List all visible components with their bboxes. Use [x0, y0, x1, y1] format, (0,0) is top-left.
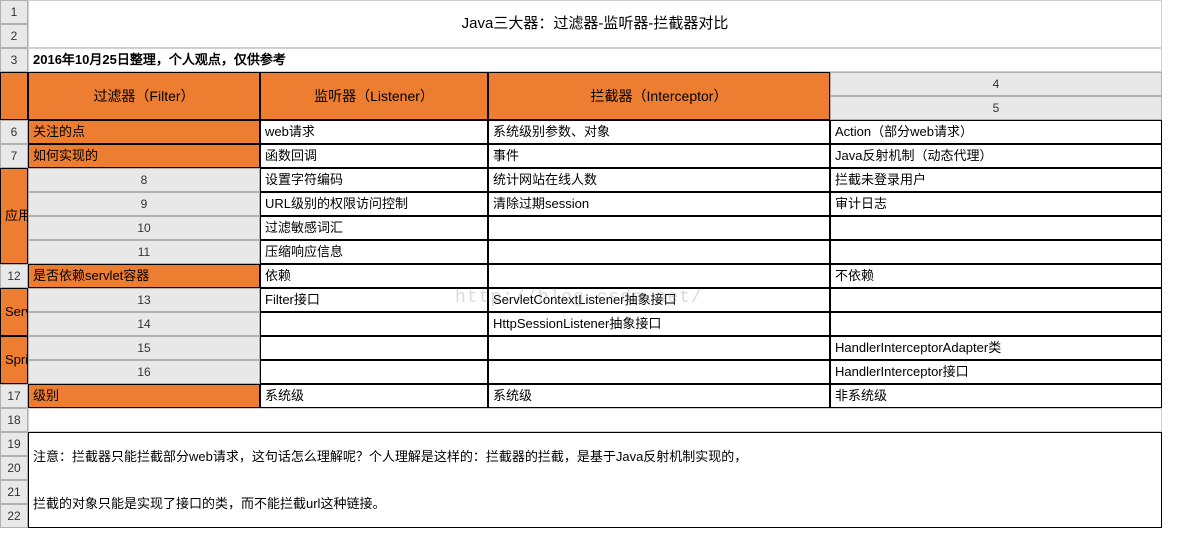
depend-filter[interactable]: 依赖 [260, 264, 488, 288]
scene-listener-2[interactable]: 清除过期session [488, 192, 830, 216]
how-interceptor[interactable]: Java反射机制（动态代理） [830, 144, 1162, 168]
row-header[interactable]: 12 [0, 264, 28, 288]
spring-interceptor-2[interactable]: HandlerInterceptor接口 [830, 360, 1162, 384]
spring-filter-1[interactable] [260, 336, 488, 360]
spring-listener-1[interactable] [488, 336, 830, 360]
focus-listener[interactable]: 系统级别参数、对象 [488, 120, 830, 144]
row-header[interactable]: 14 [28, 312, 260, 336]
scene-interceptor-3[interactable] [830, 216, 1162, 240]
scene-interceptor-4[interactable] [830, 240, 1162, 264]
row-header[interactable]: 5 [830, 96, 1162, 120]
row-header[interactable]: 7 [0, 144, 28, 168]
level-interceptor[interactable]: 非系统级 [830, 384, 1162, 408]
servlet-interceptor-2[interactable] [830, 312, 1162, 336]
row-header[interactable]: 13 [28, 288, 260, 312]
label-spring[interactable]: Spring提供的支持 [0, 336, 28, 384]
note-line-1[interactable]: 注意：拦截器只能拦截部分web请求，这句话怎么理解呢？个人理解是这样的：拦截器的… [28, 432, 1162, 480]
row-header[interactable]: 4 [830, 72, 1162, 96]
row-header[interactable]: 11 [28, 240, 260, 264]
scene-interceptor-2[interactable]: 审计日志 [830, 192, 1162, 216]
row-header[interactable]: 22 [0, 504, 28, 528]
label-focus[interactable]: 关注的点 [28, 120, 260, 144]
row-header[interactable]: 8 [28, 168, 260, 192]
label-level[interactable]: 级别 [28, 384, 260, 408]
header-blank[interactable] [0, 72, 28, 120]
row-header[interactable]: 1 [0, 0, 28, 24]
servlet-filter-1[interactable]: Filter接口 [260, 288, 488, 312]
depend-interceptor[interactable]: 不依赖 [830, 264, 1162, 288]
row-header[interactable]: 16 [28, 360, 260, 384]
depend-listener[interactable] [488, 264, 830, 288]
row-header[interactable]: 21 [0, 480, 28, 504]
row-header[interactable]: 19 [0, 432, 28, 456]
how-listener[interactable]: 事件 [488, 144, 830, 168]
spring-interceptor-1[interactable]: HandlerInterceptorAdapter类 [830, 336, 1162, 360]
level-filter[interactable]: 系统级 [260, 384, 488, 408]
scene-filter-3[interactable]: 过滤敏感词汇 [260, 216, 488, 240]
scene-listener-4[interactable] [488, 240, 830, 264]
meta-line[interactable]: 2016年10月25日整理，个人观点，仅供参考 [28, 48, 1162, 72]
spreadsheet[interactable]: 1 Java三大器：过滤器-监听器-拦截器对比 2 3 2016年10月25日整… [0, 0, 1201, 528]
row-header[interactable]: 6 [0, 120, 28, 144]
header-interceptor[interactable]: 拦截器（Interceptor） [488, 72, 830, 120]
level-listener[interactable]: 系统级 [488, 384, 830, 408]
focus-interceptor[interactable]: Action（部分web请求） [830, 120, 1162, 144]
row-header[interactable]: 20 [0, 456, 28, 480]
page-title[interactable]: Java三大器：过滤器-监听器-拦截器对比 [28, 0, 1162, 48]
scene-filter-1[interactable]: 设置字符编码 [260, 168, 488, 192]
label-servlet[interactable]: Servlet提供的支持 [0, 288, 28, 336]
row-header[interactable]: 2 [0, 24, 28, 48]
scene-filter-4[interactable]: 压缩响应信息 [260, 240, 488, 264]
servlet-interceptor-1[interactable] [830, 288, 1162, 312]
scene-listener-3[interactable] [488, 216, 830, 240]
servlet-listener-2[interactable]: HttpSessionListener抽象接口 [488, 312, 830, 336]
row-header[interactable]: 17 [0, 384, 28, 408]
blank-row[interactable] [28, 408, 1162, 432]
how-filter[interactable]: 函数回调 [260, 144, 488, 168]
spring-listener-2[interactable] [488, 360, 830, 384]
row-header[interactable]: 10 [28, 216, 260, 240]
row-header[interactable]: 18 [0, 408, 28, 432]
label-depend[interactable]: 是否依赖servlet容器 [28, 264, 260, 288]
spring-filter-2[interactable] [260, 360, 488, 384]
note-line-2[interactable]: 拦截的对象只能是实现了接口的类，而不能拦截url这种链接。 [28, 480, 1162, 528]
scene-listener-1[interactable]: 统计网站在线人数 [488, 168, 830, 192]
label-scene[interactable]: 应用场景 [0, 168, 28, 264]
label-how[interactable]: 如何实现的 [28, 144, 260, 168]
scene-interceptor-1[interactable]: 拦截未登录用户 [830, 168, 1162, 192]
row-header[interactable]: 3 [0, 48, 28, 72]
row-header[interactable]: 9 [28, 192, 260, 216]
servlet-listener-1[interactable]: ServletContextListener抽象接口 [488, 288, 830, 312]
header-filter[interactable]: 过滤器（Filter） [28, 72, 260, 120]
header-listener[interactable]: 监听器（Listener） [260, 72, 488, 120]
row-header[interactable]: 15 [28, 336, 260, 360]
focus-filter[interactable]: web请求 [260, 120, 488, 144]
scene-filter-2[interactable]: URL级别的权限访问控制 [260, 192, 488, 216]
servlet-filter-2[interactable] [260, 312, 488, 336]
